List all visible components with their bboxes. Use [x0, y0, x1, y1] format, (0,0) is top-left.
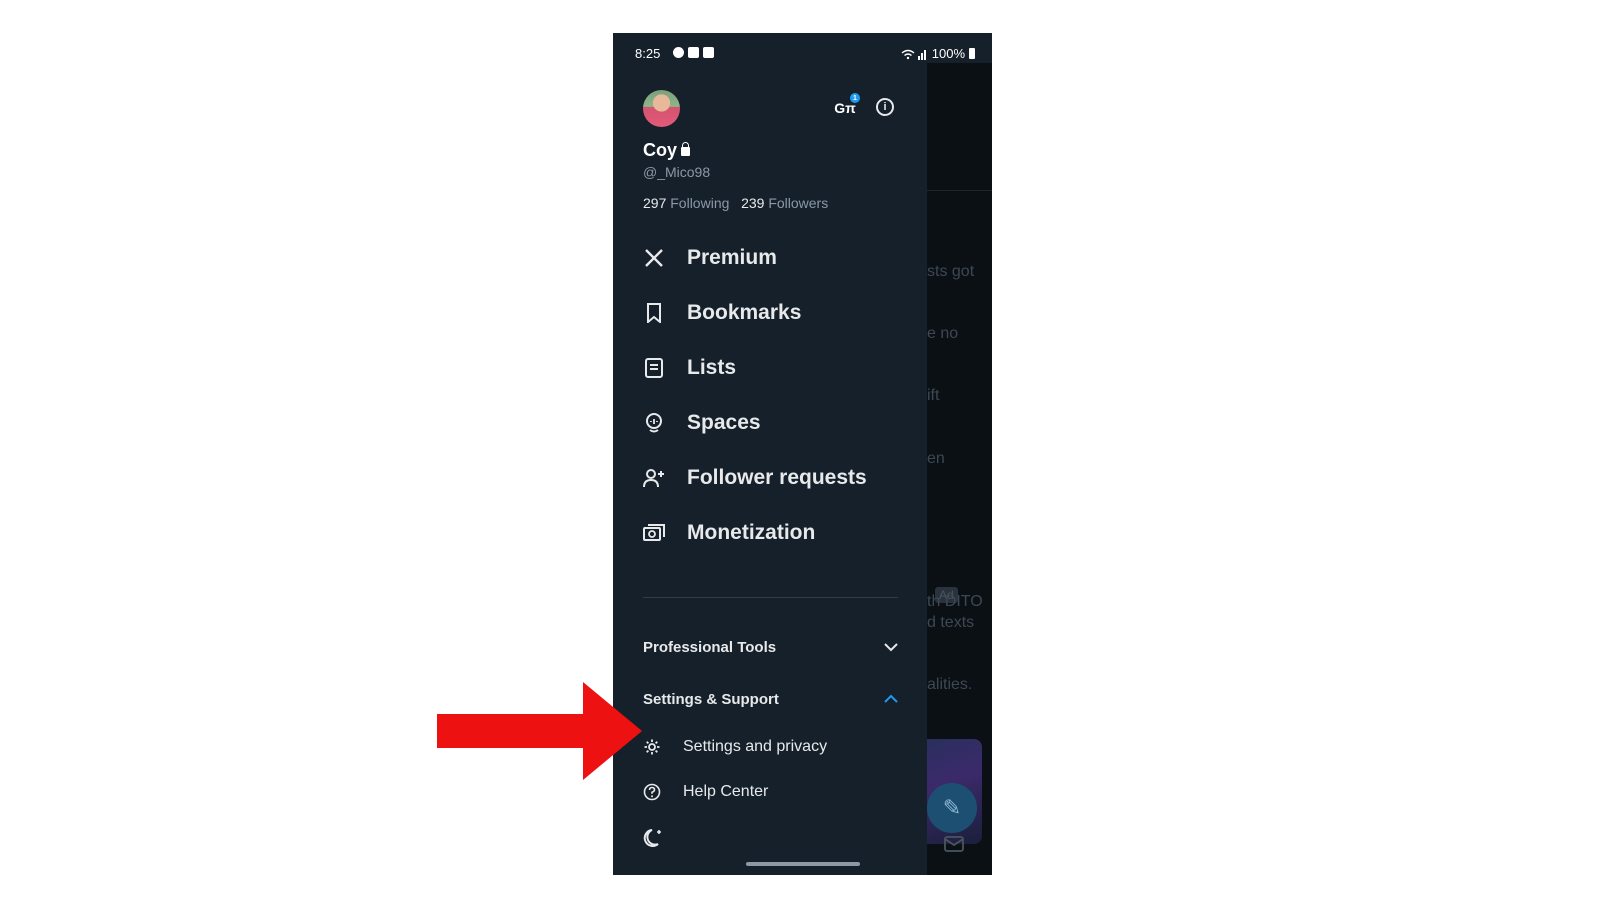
dark-mode-toggle-icon[interactable] [643, 827, 665, 849]
following-count: 297 [643, 195, 667, 211]
menu-item-monetization[interactable]: Monetization [643, 505, 903, 560]
menu-item-lists[interactable]: Lists [643, 340, 903, 395]
info-icon: i [883, 101, 887, 113]
notification-icons [673, 47, 714, 58]
notification-badge: 1 [850, 93, 860, 103]
drawer-menu: Premium Bookmarks Lists Spaces Follower … [643, 230, 903, 560]
feed-text-fragment: d texts [927, 614, 975, 631]
menu-item-label: Bookmarks [687, 300, 802, 324]
following-link[interactable]: 297 Following [643, 195, 729, 211]
battery-percentage: 100% [931, 46, 965, 61]
help-icon [643, 783, 661, 801]
settings-and-privacy-item[interactable]: Settings and privacy [643, 733, 898, 761]
menu-item-label: Monetization [687, 520, 816, 544]
settings-and-privacy-label: Settings and privacy [683, 738, 828, 755]
menu-item-label: Follower requests [687, 465, 867, 489]
chevron-up-icon [884, 694, 898, 703]
profile-handle: @_Mico98 [643, 164, 711, 180]
section-label: Professional Tools [643, 638, 777, 656]
status-bar: 8:25 100% [635, 45, 975, 65]
settings-support-toggle[interactable]: Settings & Support [643, 684, 898, 714]
feed-text-fragment: sts got [927, 263, 975, 280]
followers-label: Followers [768, 195, 829, 211]
home-indicator [746, 862, 860, 866]
compose-post-button[interactable]: ✎ [927, 783, 977, 833]
feed-text-fragment: en [927, 450, 945, 467]
chevron-down-icon [884, 643, 898, 652]
followers-link[interactable]: 239 Followers [741, 195, 828, 211]
navigation-drawer: 8:25 100% Gπ 1 i Coy @_Mico98 297 Follow… [613, 33, 975, 875]
gear-icon [643, 738, 661, 756]
background-feed: sts got e no ift en Ad th DITO d texts a… [927, 63, 992, 875]
feed-text-fragment: th DITO [927, 593, 983, 610]
profile-name-text: Coy [643, 140, 678, 160]
lock-icon [681, 142, 691, 156]
compose-icon: ✎ [942, 795, 962, 820]
grok-button[interactable]: Gπ 1 [833, 93, 860, 120]
menu-divider [643, 597, 898, 598]
following-label: Following [670, 195, 730, 211]
wifi-signal-icon [901, 49, 926, 60]
follow-counts: 297 Following 239 Followers [643, 195, 828, 211]
help-center-item[interactable]: Help Center [643, 778, 898, 806]
profile-name[interactable]: Coy [643, 140, 691, 161]
red-arrow-annotation [437, 682, 642, 780]
status-right: 100% [900, 46, 975, 61]
menu-item-follower-requests[interactable]: Follower requests [643, 450, 903, 505]
menu-item-label: Lists [687, 355, 737, 379]
gallery-notification-icon [688, 47, 699, 58]
feed-divider [927, 190, 992, 191]
monetization-icon [643, 522, 665, 544]
professional-tools-toggle[interactable]: Professional Tools [643, 632, 898, 662]
help-center-label: Help Center [683, 783, 769, 800]
info-button[interactable]: i [876, 98, 894, 116]
menu-item-label: Spaces [687, 410, 761, 434]
menu-item-premium[interactable]: Premium [643, 230, 903, 285]
feed-text-fragment: alities. [927, 676, 973, 693]
feed-text-fragment: ift [927, 387, 940, 404]
menu-item-spaces[interactable]: Spaces [643, 395, 903, 450]
menu-item-label: Premium [687, 245, 777, 269]
messages-icon[interactable] [944, 836, 964, 852]
followers-count: 239 [741, 195, 765, 211]
bookmark-icon [643, 302, 665, 324]
battery-icon [969, 48, 975, 59]
section-label: Settings & Support [643, 690, 779, 708]
messenger-notification-icon [673, 47, 684, 58]
phone-screen: sts got e no ift en Ad th DITO d texts a… [613, 33, 992, 875]
feed-text-fragment: e no [927, 325, 959, 342]
status-time: 8:25 [635, 46, 661, 61]
add-person-icon [643, 467, 665, 489]
menu-item-bookmarks[interactable]: Bookmarks [643, 285, 903, 340]
avatar[interactable] [643, 90, 680, 127]
checkbox-notification-icon [703, 47, 714, 58]
x-logo-icon [643, 247, 665, 269]
spaces-icon [643, 412, 665, 434]
list-icon [643, 357, 665, 379]
